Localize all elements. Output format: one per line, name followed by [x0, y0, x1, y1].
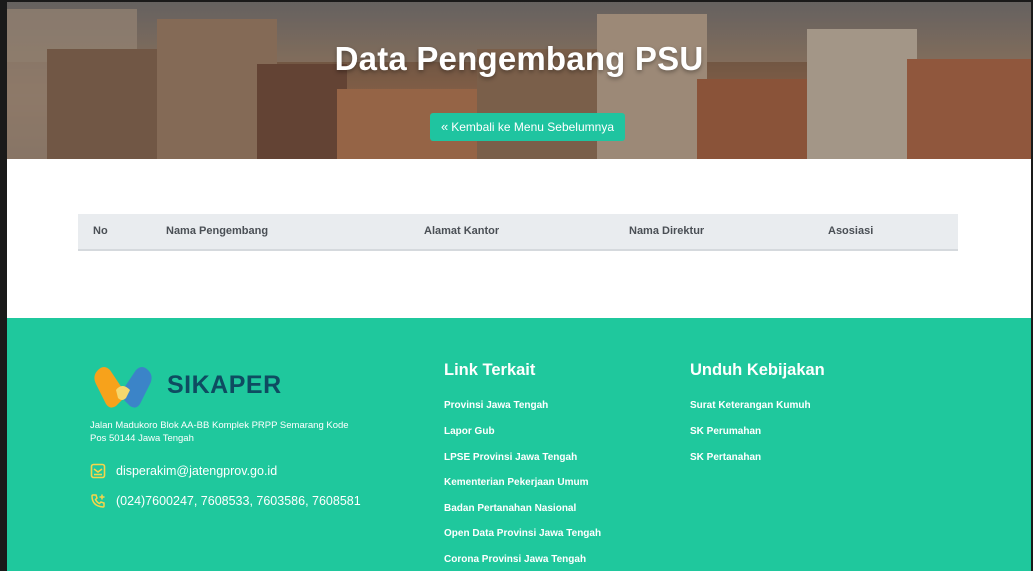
link-lpse-provinsi[interactable]: LPSE Provinsi Jawa Tengah [444, 452, 577, 463]
page-title: Data Pengembang PSU [334, 40, 704, 77]
back-button[interactable]: «Kembali ke Menu Sebelumnya [430, 113, 625, 141]
phone-text: (024)7600247, 7608533, 7603586, 7608581 [116, 494, 361, 508]
link-sk-pertanahan[interactable]: SK Pertanahan [690, 452, 761, 463]
email-contact[interactable]: disperakim@jatengprov.go.id [90, 463, 277, 479]
link-open-data[interactable]: Open Data Provinsi Jawa Tengah [444, 528, 601, 539]
chevron-double-left-icon: « [441, 119, 449, 134]
brand-name: SIKAPER [167, 371, 282, 399]
office-address: Jalan Madukoro Blok AA-BB Komplek PRPP S… [90, 420, 349, 444]
link-provinsi-jawa-tengah[interactable]: Provinsi Jawa Tengah [444, 400, 548, 411]
unduh-kebijakan-heading: Unduh Kebijakan [690, 361, 825, 379]
link-kementerian-pu[interactable]: Kementerian Pekerjaan Umum [444, 477, 589, 488]
link-lapor-gub[interactable]: Lapor Gub [444, 426, 495, 437]
developer-table-header: No Nama Pengembang Alamat Kantor Nama Di… [78, 214, 958, 251]
page: Data Pengembang PSU «Kembali ke Menu Seb… [0, 0, 1033, 571]
link-corona[interactable]: Corona Provinsi Jawa Tengah [444, 554, 586, 565]
phone-icon [91, 494, 105, 508]
hero-banner: Data Pengembang PSU «Kembali ke Menu Seb… [7, 2, 1031, 159]
phone-contact[interactable]: (024)7600247, 7608533, 7603586, 7608581 [90, 493, 361, 509]
link-bpn[interactable]: Badan Pertanahan Nasional [444, 503, 576, 514]
sikaper-logo [94, 367, 152, 408]
column-header-asosiasi: Asosiasi [828, 225, 874, 237]
link-surat-keterangan-kumuh[interactable]: Surat Keterangan Kumuh [690, 400, 811, 411]
link-terkait-heading: Link Terkait [444, 361, 536, 379]
column-header-no: No [93, 225, 108, 237]
column-header-nama-direktur: Nama Direktur [629, 225, 705, 237]
column-header-alamat-kantor: Alamat Kantor [424, 225, 500, 237]
email-text: disperakim@jatengprov.go.id [116, 464, 278, 478]
link-sk-perumahan[interactable]: SK Perumahan [690, 426, 761, 437]
column-header-nama-pengembang: Nama Pengembang [166, 225, 269, 237]
email-icon [90, 463, 106, 479]
footer: SIKAPER Jalan Madukoro Blok AA-BB Komple… [7, 318, 1031, 571]
back-button-label: Kembali ke Menu Sebelumnya [451, 120, 614, 134]
